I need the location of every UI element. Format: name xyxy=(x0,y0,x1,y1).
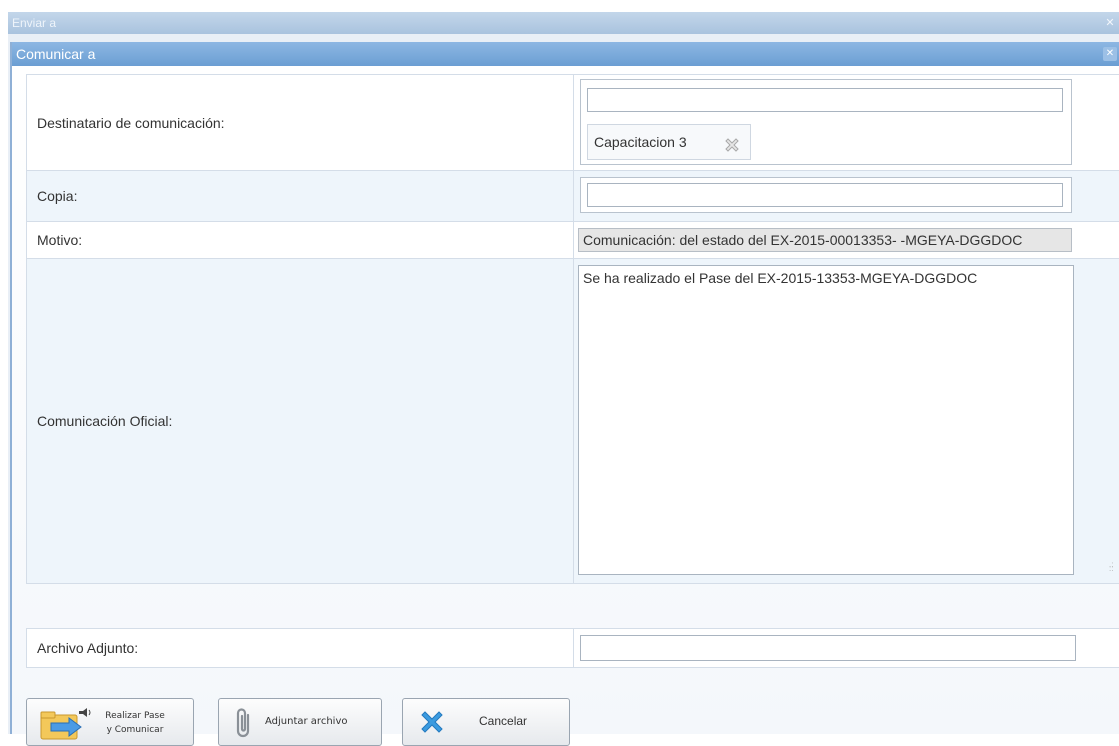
motivo-field: Comunicación: del estado del EX-2015-000… xyxy=(578,228,1072,252)
cancelar-button[interactable]: Cancelar xyxy=(402,698,570,746)
form-row-comunicacion: Comunicación Oficial: Se ha realizado el… xyxy=(27,259,1119,584)
motivo-cell: Comunicación: del estado del EX-2015-000… xyxy=(574,222,1119,259)
dialog-title: Comunicar a xyxy=(16,46,95,62)
dialog-close-icon[interactable]: ✕ xyxy=(1103,47,1117,61)
realizar-pase-button[interactable]: Realizar Pase y Comunicar xyxy=(26,698,194,746)
copia-cell xyxy=(574,171,1119,222)
dialog-titlebar: Comunicar a ✕ xyxy=(12,42,1119,66)
comunicar-dialog: Comunicar a ✕ Destinatario de comunicaci… xyxy=(10,42,1119,734)
destinatario-input[interactable] xyxy=(587,88,1063,112)
attachment-form: Archivo Adjunto: xyxy=(26,628,1119,668)
paperclip-icon xyxy=(233,707,255,744)
comunicacion-textarea[interactable]: Se ha realizado el Pase del EX-2015-1335… xyxy=(578,265,1074,575)
form-row-copia: Copia: xyxy=(27,171,1119,222)
destinatario-cell: Capacitacion 3 xyxy=(574,75,1119,171)
form-row-destinatario: Destinatario de comunicación: Capacitaci… xyxy=(27,75,1119,171)
resize-grip-icon[interactable]: .::: xyxy=(1109,563,1119,573)
realizar-pase-line1: Realizar Pase xyxy=(105,711,164,721)
background-window-close-icon[interactable]: ✕ xyxy=(1103,16,1117,30)
copia-input[interactable] xyxy=(587,183,1063,207)
comunicacion-label: Comunicación Oficial: xyxy=(27,259,574,584)
blue-x-icon xyxy=(417,707,447,742)
destinatario-label: Destinatario de comunicación: xyxy=(27,75,574,171)
adjuntar-archivo-button[interactable]: Adjuntar archivo xyxy=(218,698,382,746)
comunicar-form: Destinatario de comunicación: Capacitaci… xyxy=(26,74,1119,584)
copia-container xyxy=(580,177,1072,213)
archivo-cell xyxy=(574,629,1119,668)
form-row-archivo: Archivo Adjunto: xyxy=(27,629,1119,668)
background-window-titlebar: Enviar a ✕ xyxy=(8,12,1119,34)
gray-x-icon[interactable] xyxy=(722,133,742,153)
destinatario-container: Capacitacion 3 xyxy=(580,79,1072,165)
destinatario-tag-label: Capacitacion 3 xyxy=(594,134,687,150)
form-row-motivo: Motivo: Comunicación: del estado del EX-… xyxy=(27,222,1119,259)
adjuntar-archivo-label: Adjuntar archivo xyxy=(265,716,347,727)
dialog-body: Destinatario de comunicación: Capacitaci… xyxy=(12,66,1119,734)
archivo-label: Archivo Adjunto: xyxy=(27,629,574,668)
motivo-label: Motivo: xyxy=(27,222,574,259)
background-window-title: Enviar a xyxy=(12,16,56,30)
cancelar-label: Cancelar xyxy=(479,714,527,728)
archivo-input[interactable] xyxy=(580,635,1076,661)
realizar-pase-label: Realizar Pase y Comunicar xyxy=(103,709,167,737)
comunicacion-cell: Se ha realizado el Pase del EX-2015-1335… xyxy=(574,259,1119,584)
copia-label: Copia: xyxy=(27,171,574,222)
folder-arrow-speaker-icon xyxy=(39,707,91,746)
destinatario-tag: Capacitacion 3 xyxy=(587,124,751,160)
